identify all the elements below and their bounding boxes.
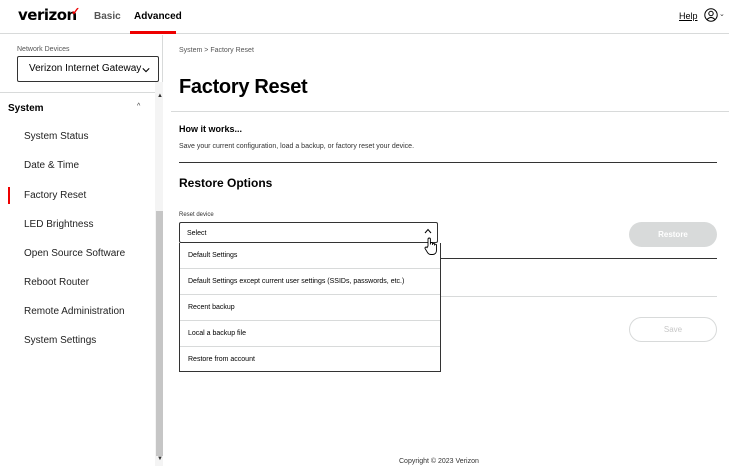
scrollbar-thumb[interactable]	[156, 211, 163, 456]
dropdown-option-local-backup-file[interactable]: Local a backup file	[180, 320, 440, 345]
help-link[interactable]: Help	[679, 11, 698, 21]
scroll-up-arrow-icon[interactable]: ▲	[157, 93, 163, 99]
sidebar: Network Devices Verizon Internet Gateway…	[0, 35, 163, 466]
sidebar-section-system[interactable]: System	[8, 103, 44, 114]
reset-device-select[interactable]: Select	[179, 222, 438, 243]
sidebar-item-reboot-router[interactable]: Reboot Router	[24, 277, 89, 288]
active-item-indicator	[8, 187, 10, 204]
section-divider	[179, 162, 717, 163]
sidebar-item-system-status[interactable]: System Status	[24, 131, 88, 142]
device-select-value: Verizon Internet Gateway	[29, 63, 142, 74]
title-divider	[171, 111, 729, 112]
hand-cursor-icon	[424, 237, 437, 255]
scroll-down-arrow-icon[interactable]: ▼	[157, 456, 163, 462]
device-select[interactable]: Verizon Internet Gateway	[17, 56, 159, 82]
sidebar-item-remote-administration[interactable]: Remote Administration	[24, 306, 125, 317]
tab-basic[interactable]: Basic	[94, 11, 121, 22]
chevron-up-icon	[424, 228, 432, 234]
sidebar-divider	[0, 92, 155, 93]
chevron-up-icon[interactable]: ^	[137, 103, 140, 110]
restore-options-title: Restore Options	[179, 176, 273, 190]
active-tab-indicator	[130, 31, 176, 34]
chevron-down-icon	[142, 68, 150, 73]
sidebar-item-led-brightness[interactable]: LED Brightness	[24, 219, 93, 230]
save-button[interactable]: Save	[629, 317, 717, 342]
dropdown-option-restore-from-account[interactable]: Restore from account	[180, 346, 440, 371]
backup-divider	[441, 296, 717, 297]
reset-device-select-value: Select	[187, 230, 207, 237]
how-it-works-description: Save your current configuration, load a …	[179, 143, 415, 150]
sidebar-item-date-time[interactable]: Date & Time	[24, 160, 79, 171]
dropdown-option-default-except-user[interactable]: Default Settings except current user set…	[180, 268, 440, 293]
dropdown-option-default-settings[interactable]: Default Settings	[180, 243, 440, 268]
copyright-footer: Copyright © 2023 Verizon	[399, 458, 479, 465]
logo-check-icon: ✓	[71, 6, 81, 18]
verizon-logo[interactable]: verizon	[18, 6, 77, 24]
sidebar-item-open-source-software[interactable]: Open Source Software	[24, 248, 125, 259]
top-bar: verizon ✓ Basic Advanced Help ⌄	[0, 0, 729, 34]
page-title: Factory Reset	[179, 76, 308, 98]
breadcrumb[interactable]: System > Factory Reset	[179, 47, 254, 54]
tab-advanced[interactable]: Advanced	[134, 11, 182, 22]
restore-button[interactable]: Restore	[629, 222, 717, 247]
sidebar-item-factory-reset[interactable]: Factory Reset	[24, 190, 86, 201]
reset-device-dropdown-menu: Default Settings Default Settings except…	[179, 243, 441, 372]
dropdown-option-recent-backup[interactable]: Recent backup	[180, 294, 440, 319]
network-devices-label: Network Devices	[17, 46, 70, 53]
how-it-works-title: How it works...	[179, 124, 243, 134]
chevron-down-icon[interactable]: ⌄	[719, 10, 725, 18]
sidebar-item-system-settings[interactable]: System Settings	[24, 335, 96, 346]
reset-device-label: Reset device	[179, 212, 214, 218]
user-account-icon[interactable]	[704, 8, 718, 22]
